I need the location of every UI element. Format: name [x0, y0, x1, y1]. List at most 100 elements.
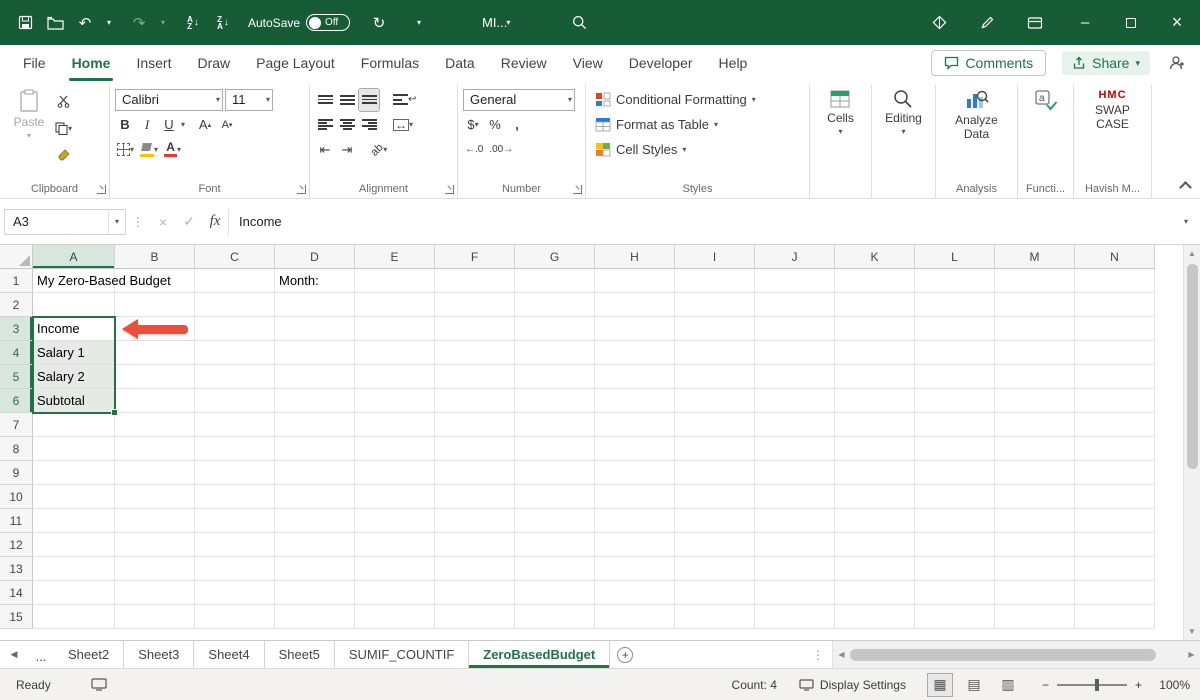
cell-A14[interactable] [33, 581, 115, 605]
row-header-5[interactable]: 5 [0, 365, 33, 389]
cell-M15[interactable] [995, 605, 1075, 629]
cell-E2[interactable] [355, 293, 435, 317]
cell-J6[interactable] [755, 389, 835, 413]
tab-help[interactable]: Help [706, 45, 761, 81]
cell-G1[interactable] [515, 269, 595, 293]
cell-D15[interactable] [275, 605, 355, 629]
cell-C1[interactable] [195, 269, 275, 293]
cell-L5[interactable] [915, 365, 995, 389]
maximize-button[interactable] [1108, 0, 1154, 45]
cell-F4[interactable] [435, 341, 515, 365]
cell-N4[interactable] [1075, 341, 1155, 365]
cell-K7[interactable] [835, 413, 915, 437]
wrap-text-button[interactable]: ↩ [391, 89, 418, 111]
cell-L10[interactable] [915, 485, 995, 509]
tab-home[interactable]: Home [59, 45, 124, 81]
cell-M8[interactable] [995, 437, 1075, 461]
cell-H13[interactable] [595, 557, 675, 581]
cell-I5[interactable] [675, 365, 755, 389]
formula-bar-grip[interactable]: ⋮ [126, 215, 150, 229]
scroll-right-button[interactable]: ▶ [1183, 641, 1200, 668]
bottom-align-button[interactable] [359, 89, 379, 111]
cell-C2[interactable] [195, 293, 275, 317]
horizontal-scroll-track[interactable] [850, 641, 1183, 668]
cell-E1[interactable] [355, 269, 435, 293]
share-button[interactable]: Share ▾ [1062, 51, 1150, 75]
cut-button[interactable] [53, 90, 74, 112]
sheet-nav-left-button[interactable]: ◀ [0, 641, 28, 668]
cell-A2[interactable] [33, 293, 115, 317]
cell-B8[interactable] [115, 437, 195, 461]
cell-D2[interactable] [275, 293, 355, 317]
cell-B11[interactable] [115, 509, 195, 533]
cell-E14[interactable] [355, 581, 435, 605]
cell-N5[interactable] [1075, 365, 1155, 389]
cell-K9[interactable] [835, 461, 915, 485]
cell-N10[interactable] [1075, 485, 1155, 509]
sort-descending-button[interactable]: ZA ↓ [208, 8, 238, 38]
font-name-combo[interactable]: Calibri ▾ [115, 89, 223, 111]
column-header-G[interactable]: G [515, 245, 595, 269]
cell-D10[interactable] [275, 485, 355, 509]
cell-K13[interactable] [835, 557, 915, 581]
cell-D4[interactable] [275, 341, 355, 365]
cell-I15[interactable] [675, 605, 755, 629]
cell-F7[interactable] [435, 413, 515, 437]
scroll-up-button[interactable]: ▲ [1184, 245, 1200, 262]
copy-button[interactable]: ▾ [53, 117, 74, 139]
tab-formulas[interactable]: Formulas [348, 45, 432, 81]
cell-A5[interactable]: Salary 2 [33, 365, 115, 389]
row-header-11[interactable]: 11 [0, 509, 33, 533]
cell-C9[interactable] [195, 461, 275, 485]
decrease-indent-button[interactable]: ⇤ [315, 139, 335, 161]
row-header-6[interactable]: 6 [0, 389, 33, 413]
number-format-combo[interactable]: General ▾ [463, 89, 575, 111]
cell-N7[interactable] [1075, 413, 1155, 437]
cell-K11[interactable] [835, 509, 915, 533]
zoom-level[interactable]: 100% [1150, 678, 1190, 692]
cell-M12[interactable] [995, 533, 1075, 557]
column-header-A[interactable]: A [33, 245, 115, 269]
cell-J11[interactable] [755, 509, 835, 533]
cell-F10[interactable] [435, 485, 515, 509]
row-header-7[interactable]: 7 [0, 413, 33, 437]
cell-H14[interactable] [595, 581, 675, 605]
zoom-slider[interactable] [1057, 684, 1127, 686]
bold-button[interactable]: B [115, 114, 135, 136]
sort-ascending-button[interactable]: AZ ↓ [178, 8, 208, 38]
cell-F12[interactable] [435, 533, 515, 557]
cell-B7[interactable] [115, 413, 195, 437]
cell-N15[interactable] [1075, 605, 1155, 629]
cell-J5[interactable] [755, 365, 835, 389]
middle-align-button[interactable] [337, 89, 357, 111]
scroll-down-button[interactable]: ▼ [1184, 623, 1200, 640]
cell-B5[interactable] [115, 365, 195, 389]
cell-J10[interactable] [755, 485, 835, 509]
cell-G13[interactable] [515, 557, 595, 581]
cell-M7[interactable] [995, 413, 1075, 437]
cell-K6[interactable] [835, 389, 915, 413]
sheet-tab-sheet3[interactable]: Sheet3 [124, 641, 194, 668]
cell-N2[interactable] [1075, 293, 1155, 317]
cell-K15[interactable] [835, 605, 915, 629]
autosave-toggle[interactable]: Off [306, 14, 350, 31]
cell-K8[interactable] [835, 437, 915, 461]
cell-M3[interactable] [995, 317, 1075, 341]
cell-N12[interactable] [1075, 533, 1155, 557]
cell-J13[interactable] [755, 557, 835, 581]
cell-K5[interactable] [835, 365, 915, 389]
cell-G14[interactable] [515, 581, 595, 605]
draw-pen-icon[interactable] [972, 8, 1002, 38]
cell-N8[interactable] [1075, 437, 1155, 461]
enter-button[interactable]: ✓ [176, 209, 202, 235]
cell-F5[interactable] [435, 365, 515, 389]
cell-E13[interactable] [355, 557, 435, 581]
cell-styles-button[interactable]: Cell Styles ▾ [591, 137, 804, 162]
tab-splitter-grip[interactable]: ⋮ [804, 641, 832, 668]
cell-K1[interactable] [835, 269, 915, 293]
cell-L11[interactable] [915, 509, 995, 533]
tab-review[interactable]: Review [488, 45, 560, 81]
cell-H15[interactable] [595, 605, 675, 629]
addin-icon[interactable] [924, 8, 954, 38]
formula-input[interactable]: Income [228, 209, 1176, 235]
